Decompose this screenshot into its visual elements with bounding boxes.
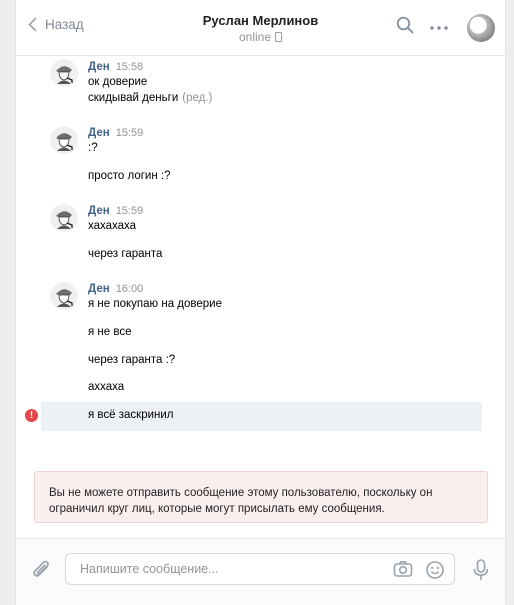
message-input-box[interactable] (65, 553, 455, 585)
chat-panel: Назад Руслан Мерлинов online Ден 15:58 ок… (15, 0, 506, 605)
chat-header: Назад Руслан Мерлинов online (16, 0, 505, 56)
message-text: аххаха (88, 381, 125, 393)
message-author[interactable]: Ден 15:59 (88, 127, 143, 139)
mobile-icon (275, 32, 283, 42)
message-text: через гаранта (88, 248, 163, 260)
message-text: я не все (88, 326, 132, 338)
more-icon[interactable] (430, 26, 448, 30)
sherlock-avatar-icon[interactable] (50, 126, 78, 154)
edited-label: (ред.) (182, 92, 213, 104)
message-time: 15:58 (115, 61, 144, 73)
camera-icon[interactable] (393, 560, 413, 578)
message-time: 15:59 (115, 127, 144, 139)
message-author[interactable]: Ден 15:59 (88, 205, 143, 217)
message-composer (16, 538, 505, 605)
paperclip-icon[interactable] (32, 559, 52, 581)
online-status: online (16, 30, 505, 44)
smile-icon[interactable] (425, 560, 445, 580)
message-text: ок доверие (88, 76, 148, 88)
message-author[interactable]: Ден 16:00 (88, 283, 143, 295)
message-author[interactable]: Ден 15:58 (88, 61, 143, 73)
search-icon[interactable] (396, 16, 414, 34)
contact-avatar[interactable] (467, 14, 495, 42)
message-time: 16:00 (115, 283, 144, 295)
sherlock-avatar-icon[interactable] (50, 204, 78, 232)
microphone-icon[interactable] (473, 559, 489, 581)
sherlock-avatar-icon[interactable] (50, 59, 78, 87)
message-text: скидывай деньги (ред.) (88, 92, 213, 104)
error-icon[interactable]: ! (25, 409, 38, 422)
message-input[interactable] (78, 561, 382, 577)
message-text: просто логин :? (88, 170, 171, 182)
message-text: я всё заскринил (88, 409, 174, 421)
message-text: хахахаха (88, 220, 137, 232)
blocked-warning: Вы не можете отправить сообщение этому п… (34, 471, 488, 523)
status-text: online (238, 30, 272, 44)
message-text: через гаранта :? (88, 354, 176, 366)
sherlock-avatar-icon[interactable] (50, 282, 78, 310)
message-time: 15:59 (115, 205, 144, 217)
message-text: :? (88, 142, 98, 154)
message-text: я не покупаю на доверие (88, 298, 222, 310)
